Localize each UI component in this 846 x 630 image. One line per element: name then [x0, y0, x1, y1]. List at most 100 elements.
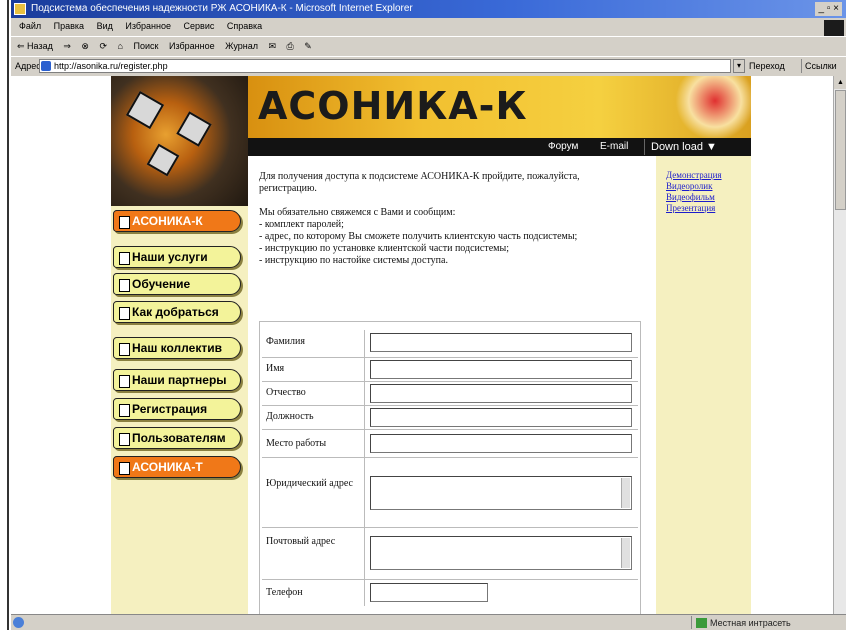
nav-label: АСОНИКА-Т [132, 460, 203, 474]
patronymic-input[interactable] [370, 384, 632, 403]
demo-link[interactable]: Демонстрация [666, 170, 751, 181]
forum-link[interactable]: Форум [548, 141, 578, 152]
field-label: Имя [266, 363, 285, 374]
scroll-up-arrow-icon[interactable]: ▲ [834, 76, 846, 89]
nav-partners[interactable]: Наши партнеры [113, 369, 241, 391]
form-row-legal-address: Юридический адрес [262, 457, 638, 528]
links-button[interactable]: Ссылки [801, 59, 846, 73]
mail-button[interactable]: ✉ [268, 41, 276, 51]
cell-divider [364, 382, 365, 406]
back-button[interactable]: ⇐ Назад [17, 41, 53, 51]
print-button[interactable]: ⎙ [287, 41, 294, 51]
email-link[interactable]: E-mail [600, 141, 628, 152]
legal-address-textarea[interactable] [370, 476, 632, 510]
cell-divider [364, 528, 365, 580]
field-label: Место работы [266, 438, 327, 449]
download-dropdown[interactable]: Down load ▼ [644, 139, 750, 155]
nav-asonika-t[interactable]: АСОНИКА-Т [113, 456, 241, 478]
address-bar: Адрес http://asonika.ru/register.php ▾ П… [11, 56, 846, 74]
field-label: Телефон [266, 587, 303, 598]
menu-tools[interactable]: Сервис [184, 21, 215, 31]
top-nav-bar: Форум E-mail Down load ▼ [248, 138, 751, 156]
menu-view[interactable]: Вид [97, 21, 113, 31]
nav-label: Как добраться [132, 305, 219, 319]
workplace-input[interactable] [370, 434, 632, 453]
page-viewport: АСОНИКА-К Наши услуги Обучение Как добра… [11, 76, 833, 614]
form-row-name: Имя [262, 357, 638, 382]
intro-line: - комплект паролей; [259, 219, 344, 230]
nav-services[interactable]: Наши услуги [113, 246, 241, 268]
history-button[interactable]: Журнал [225, 41, 258, 51]
ball-hexagon [176, 111, 212, 147]
nav-label: Обучение [132, 277, 191, 291]
site-logo-title: АСОНИКА-К [258, 84, 528, 128]
chevron-down-icon[interactable]: ▾ [733, 59, 745, 73]
window-controls[interactable]: _ ▫ × [815, 2, 842, 16]
ie-status-icon [13, 617, 24, 628]
edit-button[interactable]: ✎ [304, 41, 312, 51]
nav-users[interactable]: Пользователям [113, 427, 241, 449]
menu-file[interactable]: Файл [19, 21, 41, 31]
security-zone: Местная интрасеть [691, 616, 821, 629]
video-film-link[interactable]: Видеофильм [666, 192, 751, 203]
ball-hexagon [125, 90, 165, 130]
cell-divider [364, 580, 365, 606]
intro-line: - инструкцию по установке клиентской час… [259, 243, 509, 254]
address-input[interactable]: http://asonika.ru/register.php [39, 59, 731, 73]
cell-divider [364, 358, 365, 382]
stop-button[interactable]: ⊗ [81, 41, 89, 51]
form-row-workplace: Место работы [262, 429, 638, 458]
nav-asonika-k[interactable]: АСОНИКА-К [113, 210, 241, 232]
favorites-button[interactable]: Избранное [169, 41, 215, 51]
home-button[interactable]: ⌂ [118, 41, 123, 51]
surname-input[interactable] [370, 333, 632, 352]
windows-logo-icon [824, 20, 844, 36]
left-column: АСОНИКА-К Наши услуги Обучение Как добра… [111, 76, 248, 614]
registration-form: Фамилия Имя Отчество Должность Место раб… [259, 321, 641, 614]
intro-line: - адрес, по которому Вы сможете получить… [259, 231, 578, 242]
menu-help[interactable]: Справка [227, 21, 262, 31]
menu-favorites[interactable]: Избранное [125, 21, 171, 31]
nav-label: АСОНИКА-К [132, 214, 203, 228]
textarea-scrollbar[interactable] [621, 478, 630, 508]
cell-divider [364, 458, 365, 528]
form-row-postal-address: Почтовый адрес [262, 527, 638, 580]
soccer-ball-image [111, 76, 248, 206]
form-row-patronymic: Отчество [262, 381, 638, 406]
site-header: АСОНИКА-К [248, 76, 751, 138]
nav-team[interactable]: Наш коллектив [113, 337, 241, 359]
textarea-scrollbar[interactable] [621, 538, 630, 568]
nav-label: Регистрация [132, 402, 208, 416]
page-icon [41, 61, 51, 71]
nav-label: Пользователям [132, 431, 226, 445]
title-bar: Подсистема обеспечения надежности РЖ АСО… [11, 0, 846, 18]
search-button[interactable]: Поиск [134, 41, 159, 51]
position-input[interactable] [370, 408, 632, 427]
field-label: Юридический адрес [266, 478, 353, 489]
forward-button[interactable]: ⇒ [63, 41, 71, 51]
refresh-button[interactable]: ⟳ [99, 41, 107, 51]
presentation-link[interactable]: Презентация [666, 203, 751, 214]
web-page: АСОНИКА-К Наши услуги Обучение Как добра… [111, 76, 751, 614]
nav-registration[interactable]: Регистрация [113, 398, 241, 420]
phone-input[interactable] [370, 583, 488, 602]
intro-text: Для получения доступа к подсистеме АСОНИ… [259, 171, 639, 279]
name-input[interactable] [370, 360, 632, 379]
window-title: Подсистема обеспечения надежности РЖ АСО… [31, 3, 413, 14]
vertical-scrollbar[interactable]: ▲ [833, 76, 846, 614]
go-button[interactable]: Переход [749, 59, 799, 73]
intro-list: Мы обязательно свяжемся с Вами и сообщим… [259, 207, 639, 267]
video-clip-link[interactable]: Видеоролик [666, 181, 751, 192]
menu-bar: Файл Правка Вид Избранное Сервис Справка [11, 18, 846, 34]
menu-edit[interactable]: Правка [54, 21, 84, 31]
nav-training[interactable]: Обучение [113, 273, 241, 295]
ie-icon [14, 3, 26, 15]
header-ball-art [661, 76, 751, 138]
form-row-surname: Фамилия [262, 330, 638, 357]
field-label: Почтовый адрес [266, 536, 336, 547]
intro-line: - инструкцию по настойке системы доступа… [259, 255, 448, 266]
nav-directions[interactable]: Как добраться [113, 301, 241, 323]
postal-address-textarea[interactable] [370, 536, 632, 570]
intranet-zone-icon [696, 618, 707, 628]
scroll-thumb[interactable] [835, 90, 846, 210]
